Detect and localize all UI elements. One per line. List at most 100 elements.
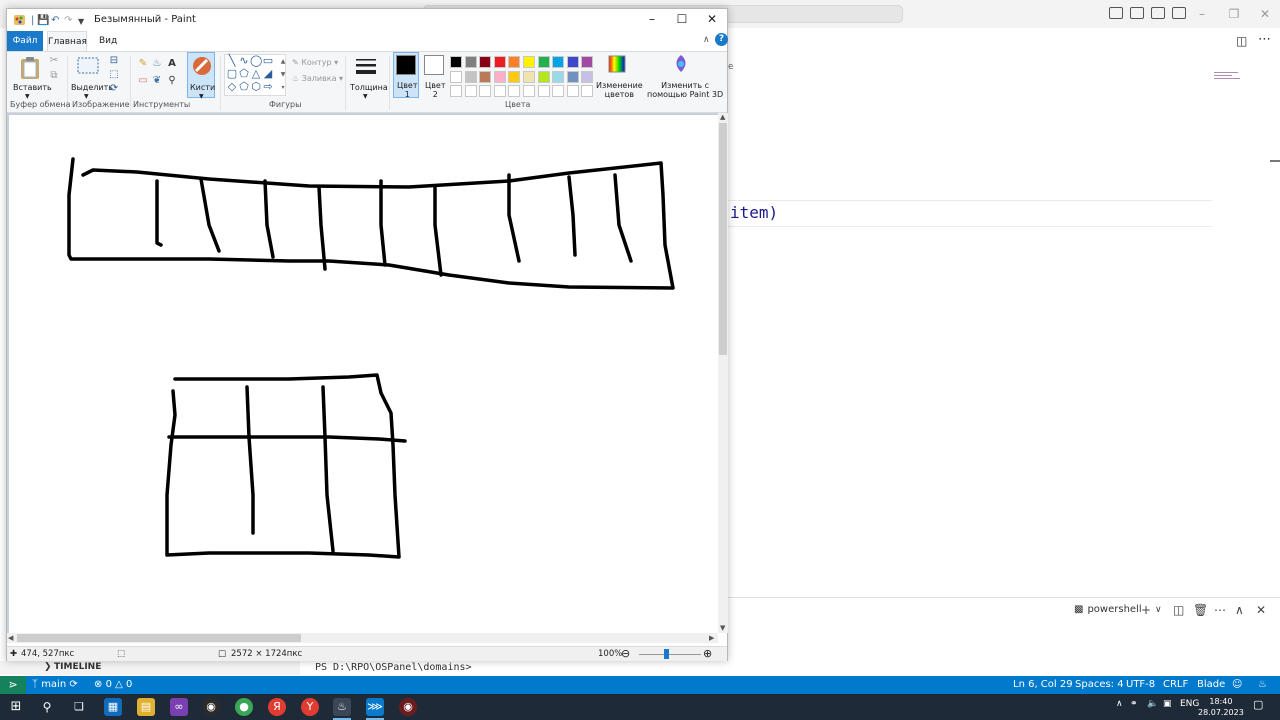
select-label[interactable]: Выделить: [71, 83, 113, 92]
tab-file[interactable]: Файл: [7, 31, 43, 51]
branch-indicator[interactable]: ᛉ main ⟳: [32, 679, 78, 690]
custom-color-slot[interactable]: [479, 85, 492, 97]
minimap[interactable]: [1214, 70, 1242, 88]
palette-swatch[interactable]: [552, 70, 565, 83]
microphone-icon[interactable]: ⚭: [1130, 699, 1138, 709]
paint-titlebar[interactable]: | 💾 ↶ ↷ ▼ Безымянный - Paint – ☐ ✕: [7, 9, 727, 31]
notifications-icon[interactable]: ♨: [1258, 679, 1267, 690]
rectangle-shape-icon[interactable]: ▭: [262, 55, 274, 67]
store-icon[interactable]: ▦: [104, 698, 122, 716]
remote-indicator-icon[interactable]: ⋗: [0, 676, 26, 694]
custom-color-slot[interactable]: [450, 85, 462, 97]
scroll-left-icon[interactable]: ◀: [8, 634, 13, 642]
custom-color-slot[interactable]: [581, 85, 594, 97]
arrow-shape-icon[interactable]: ⇨: [262, 81, 274, 93]
custom-color-slot[interactable]: [566, 85, 579, 97]
palette-swatch[interactable]: [450, 56, 462, 68]
palette-swatch[interactable]: [508, 56, 521, 68]
palette-swatch[interactable]: [479, 70, 492, 83]
zoom-out-icon[interactable]: ⊖: [621, 647, 630, 660]
obs-icon[interactable]: ◉: [202, 698, 220, 716]
undo-icon[interactable]: ↶: [51, 15, 59, 26]
vertical-scrollbar[interactable]: ▲ ▼: [718, 113, 728, 633]
edit-colors-label[interactable]: Изменение цветов: [596, 81, 643, 99]
horizontal-scroll-thumb[interactable]: [17, 634, 301, 642]
tab-home[interactable]: Главная: [47, 31, 87, 51]
palette-swatch[interactable]: [508, 70, 521, 83]
help-icon[interactable]: ?: [715, 33, 728, 46]
paint3d-icon[interactable]: [672, 54, 690, 76]
visual-studio-icon[interactable]: ∞: [170, 698, 188, 716]
custom-color-slot[interactable]: [552, 85, 565, 97]
cursor-position[interactable]: Ln 6, Col 29: [1013, 679, 1073, 690]
hexagon-shape-icon[interactable]: ⬡: [250, 81, 262, 93]
eraser-icon[interactable]: ▭: [137, 75, 149, 87]
redo-icon[interactable]: ↷: [64, 15, 72, 26]
palette-swatch[interactable]: [581, 56, 594, 68]
diamond-shape-icon[interactable]: ◇: [226, 81, 238, 93]
toggle-primary-sidebar-icon[interactable]: [1109, 7, 1123, 19]
notification-center-icon[interactable]: ▢: [1253, 698, 1263, 711]
edit-colors-icon[interactable]: [607, 54, 627, 76]
zoom-in-icon[interactable]: ⊕: [703, 647, 712, 660]
zoom-slider[interactable]: [639, 654, 701, 655]
custom-color-slot[interactable]: [537, 85, 550, 97]
language-indicator[interactable]: ENG: [1180, 699, 1199, 709]
palette-swatch[interactable]: [464, 56, 477, 68]
palette-swatch[interactable]: [537, 56, 550, 68]
polygon-shape-icon[interactable]: ⬠: [238, 68, 250, 80]
paint-taskbar-icon[interactable]: ♨: [333, 698, 351, 716]
triangle-shape-icon[interactable]: △: [250, 68, 262, 80]
paint-minimize-button[interactable]: –: [637, 9, 667, 29]
feedback-icon[interactable]: ☺: [1232, 679, 1242, 690]
drawing-canvas[interactable]: [9, 115, 718, 633]
volume-icon[interactable]: 🔈: [1147, 699, 1158, 709]
line-shape-icon[interactable]: ╲: [226, 55, 238, 67]
yandex-icon[interactable]: Я: [268, 698, 286, 716]
timeline-label[interactable]: TIMELINE: [54, 662, 101, 672]
right-triangle-shape-icon[interactable]: ◢: [262, 68, 274, 80]
magnifier-icon[interactable]: ⚲: [166, 75, 178, 87]
tab-view[interactable]: Вид: [99, 31, 117, 51]
kill-terminal-icon[interactable]: 🗑: [1193, 603, 1208, 617]
palette-swatch[interactable]: [566, 56, 579, 68]
thickness-icon[interactable]: [355, 58, 377, 76]
vscode-close-button[interactable]: ✕: [1250, 4, 1280, 24]
palette-swatch[interactable]: [464, 70, 477, 83]
collapse-ribbon-icon[interactable]: ∧: [703, 35, 710, 45]
pentagon-shape-icon[interactable]: ⬠: [238, 81, 250, 93]
task-view-icon[interactable]: ❏: [70, 698, 88, 716]
palette-swatch[interactable]: [493, 56, 506, 68]
toggle-secondary-sidebar-icon[interactable]: [1151, 7, 1165, 19]
more-actions-icon[interactable]: ⋯: [1258, 32, 1271, 47]
encoding[interactable]: UTF-8: [1126, 679, 1155, 690]
language-mode[interactable]: Blade: [1197, 679, 1225, 690]
toggle-panel-icon[interactable]: [1130, 7, 1144, 19]
paint3d-label[interactable]: Изменить с помощью Paint 3D: [647, 81, 723, 99]
terminal-tab-powershell[interactable]: ▩ powershell: [1074, 604, 1142, 615]
scroll-up-icon[interactable]: ▲: [720, 113, 725, 121]
terminal-dropdown-icon[interactable]: ∨: [1155, 605, 1162, 615]
close-panel-icon[interactable]: ✕: [1256, 603, 1266, 617]
end-of-line[interactable]: CRLF: [1163, 679, 1188, 690]
customize-qat-icon[interactable]: ▼: [78, 17, 84, 26]
curve-shape-icon[interactable]: ∿: [238, 55, 250, 67]
tray-overflow-icon[interactable]: ∧: [1116, 699, 1123, 709]
fill-button[interactable]: ♨ Заливка ▾: [292, 74, 343, 83]
crop-icon[interactable]: ⊟: [108, 55, 120, 67]
custom-color-slot[interactable]: [523, 85, 535, 97]
palette-swatch[interactable]: [523, 56, 535, 68]
chrome-icon[interactable]: ●: [235, 698, 253, 716]
rounded-rectangle-shape-icon[interactable]: ▢: [226, 68, 238, 80]
zoom-slider-thumb[interactable]: [664, 649, 669, 659]
scroll-down-icon[interactable]: ▼: [720, 624, 725, 632]
paint-app-icon[interactable]: [13, 14, 26, 26]
outline-button[interactable]: ✎ Контур ▾: [292, 58, 338, 67]
palette-swatch[interactable]: [493, 70, 506, 83]
chevron-right-icon[interactable]: ❯: [44, 662, 52, 672]
vscode-restore-button[interactable]: ❐: [1219, 4, 1249, 24]
cut-icon[interactable]: ✂: [48, 55, 60, 67]
shapes-more-icon[interactable]: ▾: [277, 82, 289, 94]
paste-icon[interactable]: [19, 56, 41, 80]
new-terminal-icon[interactable]: +: [1141, 603, 1151, 617]
